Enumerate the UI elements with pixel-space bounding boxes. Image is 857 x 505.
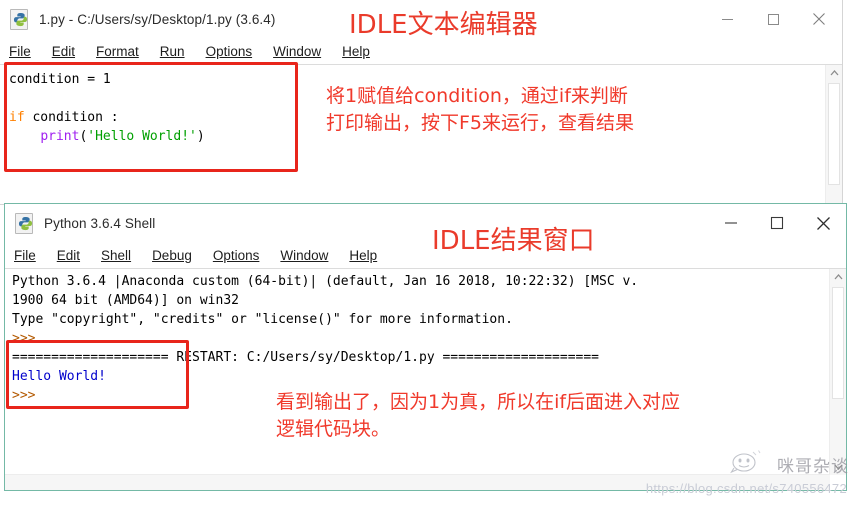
menu-options-label: Options	[212, 247, 260, 263]
shell-heading-annotation: IDLE结果窗口	[432, 226, 595, 256]
editor-title: 1.py - C:/Users/sy/Desktop/1.py (3.6.4)	[39, 11, 276, 27]
code-token: condition :	[24, 110, 119, 125]
code-token: if	[9, 110, 25, 125]
editor-vertical-scrollbar[interactable]	[825, 65, 842, 204]
shell-scroll-thumb[interactable]	[832, 287, 844, 399]
editor-heading-annotation: IDLE文本编辑器	[349, 10, 538, 40]
shell-client-area: Python 3.6.4 |Anaconda custom (64-bit)| …	[5, 268, 846, 490]
code-token: 1900 64 bit (AMD64)] on win32	[12, 293, 239, 308]
python-file-icon	[10, 9, 30, 30]
menu-window-label: Window	[273, 43, 322, 59]
menu-window[interactable]: Window	[273, 44, 321, 59]
minimize-icon[interactable]	[704, 0, 750, 38]
shell-vertical-scrollbar[interactable]	[829, 269, 846, 475]
code-token: print	[40, 129, 80, 144]
menu-edit[interactable]: Edit	[57, 248, 80, 263]
code-token: condition = 1	[9, 72, 111, 87]
menu-help-label: Help	[342, 43, 370, 59]
menu-file[interactable]: File	[14, 248, 36, 263]
python-shell-icon	[15, 213, 35, 234]
menu-window-label: Window	[280, 247, 329, 263]
code-token: Type "copyright", "credits" or "license(…	[12, 312, 513, 327]
menu-shell[interactable]: Shell	[101, 248, 131, 263]
idle-shell-window[interactable]: Python 3.6.4 Shell File Edit Shell Debug…	[4, 203, 847, 491]
shell-title: Python 3.6.4 Shell	[44, 215, 156, 231]
code-token: >>>	[12, 388, 36, 403]
menu-format-label: Format	[96, 43, 139, 59]
menu-options[interactable]: Options	[213, 248, 260, 263]
menu-options-label: Options	[205, 43, 253, 59]
menu-debug[interactable]: Debug	[152, 248, 192, 263]
menu-run-label: Run	[159, 43, 185, 59]
close-icon[interactable]	[796, 0, 842, 38]
minimize-icon[interactable]	[708, 204, 754, 242]
menu-format[interactable]: Format	[96, 44, 139, 59]
code-token: Hello World!	[12, 369, 106, 384]
menu-debug-label: Debug	[152, 247, 192, 263]
menu-help[interactable]: Help	[349, 248, 377, 263]
editor-note-annotation: 将1赋值给condition，通过if来判断 打印输出，按下F5来运行，查看结果	[326, 85, 635, 134]
menu-run[interactable]: Run	[160, 44, 185, 59]
code-token: ==================== RESTART: C:/Users/s…	[12, 350, 599, 365]
close-icon[interactable]	[800, 204, 846, 242]
shell-output-text[interactable]: Python 3.6.4 |Anaconda custom (64-bit)| …	[12, 272, 826, 405]
shell-output-line: Type "copyright", "credits" or "license(…	[12, 310, 826, 329]
shell-note-annotation: 看到输出了，因为1为真，所以在if后面进入对应 逻辑代码块。	[276, 391, 681, 440]
scroll-up-icon[interactable]	[830, 269, 846, 285]
shell-output-line: Hello World!	[12, 367, 826, 386]
editor-window-controls[interactable]	[704, 0, 842, 38]
menu-help-label: Help	[349, 247, 378, 263]
menu-edit-label: Edit	[51, 43, 76, 59]
menu-shell-label: Shell	[101, 247, 132, 263]
code-token: Python 3.6.4 |Anaconda custom (64-bit)| …	[12, 274, 639, 289]
maximize-icon[interactable]	[750, 0, 796, 38]
shell-output-line: Python 3.6.4 |Anaconda custom (64-bit)| …	[12, 272, 826, 291]
shell-titlebar[interactable]: Python 3.6.4 Shell	[5, 204, 846, 242]
menu-window[interactable]: Window	[280, 248, 328, 263]
editor-scroll-thumb[interactable]	[828, 83, 840, 185]
shell-window-controls[interactable]	[708, 204, 846, 242]
watermark: 咪哥杂谈	[730, 450, 849, 479]
menu-file-label: File	[14, 247, 36, 263]
shell-output-line: ==================== RESTART: C:/Users/s…	[12, 348, 826, 367]
menu-edit-label: Edit	[56, 247, 81, 263]
menu-file[interactable]: File	[9, 44, 31, 59]
menu-help[interactable]: Help	[342, 44, 370, 59]
editor-menubar[interactable]: File Edit Format Run Options Window Help	[0, 38, 842, 64]
code-token: )	[196, 129, 205, 144]
menu-options[interactable]: Options	[206, 44, 253, 59]
shell-output-line: >>>	[12, 329, 826, 348]
scroll-up-icon[interactable]	[826, 65, 842, 81]
shell-menubar[interactable]: File Edit Shell Debug Options Window Hel…	[5, 242, 846, 268]
menu-file-label: File	[9, 43, 31, 59]
code-token: 'Hello World!'	[87, 129, 197, 144]
menu-edit[interactable]: Edit	[52, 44, 75, 59]
maximize-icon[interactable]	[754, 204, 800, 242]
code-token: >>>	[12, 331, 36, 346]
watermark-url: https://blog.csdn.net/s740556472	[645, 481, 847, 496]
wechat-icon	[730, 450, 770, 479]
watermark-name: 咪哥杂谈	[777, 457, 849, 477]
shell-output-line: 1900 64 bit (AMD64)] on win32	[12, 291, 826, 310]
